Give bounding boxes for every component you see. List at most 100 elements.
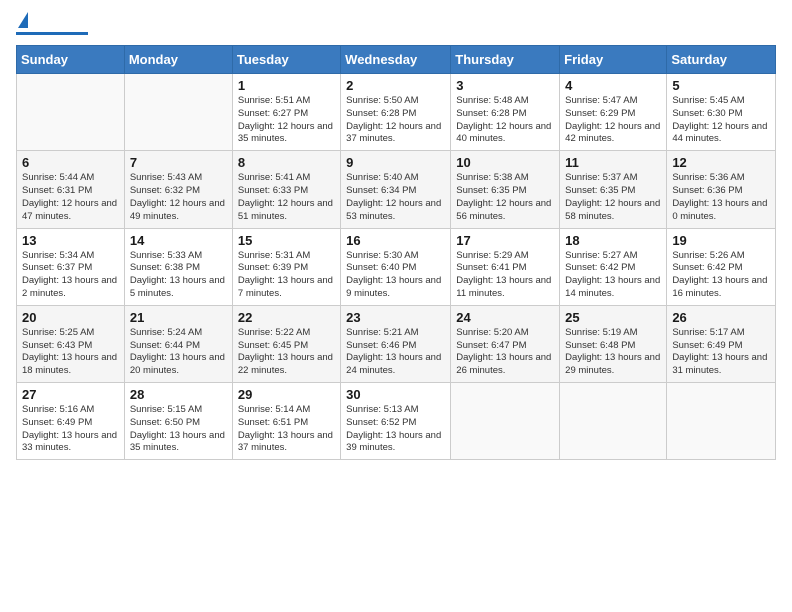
calendar-cell: 5 Sunrise: 5:45 AMSunset: 6:30 PMDaylight…: [667, 74, 776, 151]
day-info: Sunrise: 5:14 AMSunset: 6:51 PMDaylight:…: [238, 404, 335, 455]
day-info: Sunrise: 5:13 AMSunset: 6:52 PMDaylight:…: [346, 404, 445, 455]
day-info: Sunrise: 5:47 AMSunset: 6:29 PMDaylight:…: [565, 95, 661, 146]
day-number: 20: [22, 310, 119, 325]
calendar-cell: [17, 74, 125, 151]
calendar-cell: [667, 383, 776, 460]
day-number: 3: [456, 78, 554, 93]
day-info: Sunrise: 5:16 AMSunset: 6:49 PMDaylight:…: [22, 404, 119, 455]
day-number: 5: [672, 78, 770, 93]
week-row-2: 6 Sunrise: 5:44 AMSunset: 6:31 PMDaylight…: [17, 151, 776, 228]
day-number: 25: [565, 310, 661, 325]
day-number: 30: [346, 387, 445, 402]
calendar-cell: 17 Sunrise: 5:29 AMSunset: 6:41 PMDayligh…: [451, 228, 560, 305]
day-number: 10: [456, 155, 554, 170]
calendar-cell: 6 Sunrise: 5:44 AMSunset: 6:31 PMDaylight…: [17, 151, 125, 228]
calendar-cell: 12 Sunrise: 5:36 AMSunset: 6:36 PMDayligh…: [667, 151, 776, 228]
day-number: 19: [672, 233, 770, 248]
calendar-cell: 19 Sunrise: 5:26 AMSunset: 6:42 PMDayligh…: [667, 228, 776, 305]
calendar-cell: 21 Sunrise: 5:24 AMSunset: 6:44 PMDayligh…: [124, 305, 232, 382]
weekday-thursday: Thursday: [451, 46, 560, 74]
calendar-cell: 11Sunrise: 5:37 AMSunset: 6:35 PMDayligh…: [560, 151, 667, 228]
logo: [16, 12, 88, 35]
calendar-cell: 24Sunrise: 5:20 AMSunset: 6:47 PMDayligh…: [451, 305, 560, 382]
day-info: Sunrise: 5:20 AMSunset: 6:47 PMDaylight:…: [456, 327, 554, 378]
calendar-cell: 26Sunrise: 5:17 AMSunset: 6:49 PMDayligh…: [667, 305, 776, 382]
day-info: Sunrise: 5:43 AMSunset: 6:32 PMDaylight:…: [130, 172, 227, 223]
day-info: Sunrise: 5:40 AMSunset: 6:34 PMDaylight:…: [346, 172, 445, 223]
day-info: Sunrise: 5:24 AMSunset: 6:44 PMDaylight:…: [130, 327, 227, 378]
day-info: Sunrise: 5:48 AMSunset: 6:28 PMDaylight:…: [456, 95, 554, 146]
main-container: SundayMondayTuesdayWednesdayThursdayFrid…: [0, 0, 792, 468]
calendar-cell: 15Sunrise: 5:31 AMSunset: 6:39 PMDayligh…: [232, 228, 340, 305]
day-number: 29: [238, 387, 335, 402]
calendar-cell: 3 Sunrise: 5:48 AMSunset: 6:28 PMDaylight…: [451, 74, 560, 151]
weekday-header-row: SundayMondayTuesdayWednesdayThursdayFrid…: [17, 46, 776, 74]
calendar-cell: 28 Sunrise: 5:15 AMSunset: 6:50 PMDayligh…: [124, 383, 232, 460]
calendar-cell: 1 Sunrise: 5:51 AMSunset: 6:27 PMDaylight…: [232, 74, 340, 151]
logo-triangle-icon: [18, 12, 28, 28]
day-number: 7: [130, 155, 227, 170]
weekday-friday: Friday: [560, 46, 667, 74]
week-row-5: 27Sunrise: 5:16 AMSunset: 6:49 PMDayligh…: [17, 383, 776, 460]
day-number: 2: [346, 78, 445, 93]
calendar-cell: [451, 383, 560, 460]
day-number: 11: [565, 155, 661, 170]
day-info: Sunrise: 5:44 AMSunset: 6:31 PMDaylight:…: [22, 172, 119, 223]
weekday-saturday: Saturday: [667, 46, 776, 74]
calendar-cell: 14 Sunrise: 5:33 AMSunset: 6:38 PMDayligh…: [124, 228, 232, 305]
day-info: Sunrise: 5:29 AMSunset: 6:41 PMDaylight:…: [456, 250, 554, 301]
day-info: Sunrise: 5:17 AMSunset: 6:49 PMDaylight:…: [672, 327, 770, 378]
day-info: Sunrise: 5:51 AMSunset: 6:27 PMDaylight:…: [238, 95, 335, 146]
day-number: 8: [238, 155, 335, 170]
day-info: Sunrise: 5:30 AMSunset: 6:40 PMDaylight:…: [346, 250, 445, 301]
day-number: 21: [130, 310, 227, 325]
week-row-4: 20 Sunrise: 5:25 AMSunset: 6:43 PMDayligh…: [17, 305, 776, 382]
logo-underline: [16, 32, 88, 35]
day-number: 13: [22, 233, 119, 248]
day-number: 4: [565, 78, 661, 93]
calendar-table: SundayMondayTuesdayWednesdayThursdayFrid…: [16, 45, 776, 460]
week-row-3: 13 Sunrise: 5:34 AMSunset: 6:37 PMDayligh…: [17, 228, 776, 305]
day-info: Sunrise: 5:34 AMSunset: 6:37 PMDaylight:…: [22, 250, 119, 301]
day-info: Sunrise: 5:26 AMSunset: 6:42 PMDaylight:…: [672, 250, 770, 301]
calendar-cell: 20 Sunrise: 5:25 AMSunset: 6:43 PMDayligh…: [17, 305, 125, 382]
day-info: Sunrise: 5:50 AMSunset: 6:28 PMDaylight:…: [346, 95, 445, 146]
day-number: 9: [346, 155, 445, 170]
day-info: Sunrise: 5:45 AMSunset: 6:30 PMDaylight:…: [672, 95, 770, 146]
day-number: 16: [346, 233, 445, 248]
calendar-cell: [560, 383, 667, 460]
calendar-cell: 16 Sunrise: 5:30 AMSunset: 6:40 PMDayligh…: [341, 228, 451, 305]
day-info: Sunrise: 5:19 AMSunset: 6:48 PMDaylight:…: [565, 327, 661, 378]
day-number: 6: [22, 155, 119, 170]
calendar-cell: 8Sunrise: 5:41 AMSunset: 6:33 PMDaylight…: [232, 151, 340, 228]
day-number: 17: [456, 233, 554, 248]
calendar-cell: 2 Sunrise: 5:50 AMSunset: 6:28 PMDaylight…: [341, 74, 451, 151]
day-number: 28: [130, 387, 227, 402]
day-number: 12: [672, 155, 770, 170]
day-info: Sunrise: 5:22 AMSunset: 6:45 PMDaylight:…: [238, 327, 335, 378]
calendar-cell: 4 Sunrise: 5:47 AMSunset: 6:29 PMDaylight…: [560, 74, 667, 151]
day-info: Sunrise: 5:15 AMSunset: 6:50 PMDaylight:…: [130, 404, 227, 455]
day-number: 14: [130, 233, 227, 248]
calendar-cell: 23 Sunrise: 5:21 AMSunset: 6:46 PMDayligh…: [341, 305, 451, 382]
day-info: Sunrise: 5:27 AMSunset: 6:42 PMDaylight:…: [565, 250, 661, 301]
calendar-cell: 13 Sunrise: 5:34 AMSunset: 6:37 PMDayligh…: [17, 228, 125, 305]
calendar-cell: 29 Sunrise: 5:14 AMSunset: 6:51 PMDayligh…: [232, 383, 340, 460]
weekday-sunday: Sunday: [17, 46, 125, 74]
calendar-cell: 27Sunrise: 5:16 AMSunset: 6:49 PMDayligh…: [17, 383, 125, 460]
weekday-tuesday: Tuesday: [232, 46, 340, 74]
day-info: Sunrise: 5:36 AMSunset: 6:36 PMDaylight:…: [672, 172, 770, 223]
day-number: 23: [346, 310, 445, 325]
day-info: Sunrise: 5:21 AMSunset: 6:46 PMDaylight:…: [346, 327, 445, 378]
calendar-cell: 25 Sunrise: 5:19 AMSunset: 6:48 PMDayligh…: [560, 305, 667, 382]
day-info: Sunrise: 5:33 AMSunset: 6:38 PMDaylight:…: [130, 250, 227, 301]
day-number: 1: [238, 78, 335, 93]
calendar-cell: [124, 74, 232, 151]
weekday-wednesday: Wednesday: [341, 46, 451, 74]
calendar-cell: 22Sunrise: 5:22 AMSunset: 6:45 PMDayligh…: [232, 305, 340, 382]
day-info: Sunrise: 5:25 AMSunset: 6:43 PMDaylight:…: [22, 327, 119, 378]
day-number: 15: [238, 233, 335, 248]
weekday-monday: Monday: [124, 46, 232, 74]
day-number: 18: [565, 233, 661, 248]
calendar-cell: 7 Sunrise: 5:43 AMSunset: 6:32 PMDaylight…: [124, 151, 232, 228]
